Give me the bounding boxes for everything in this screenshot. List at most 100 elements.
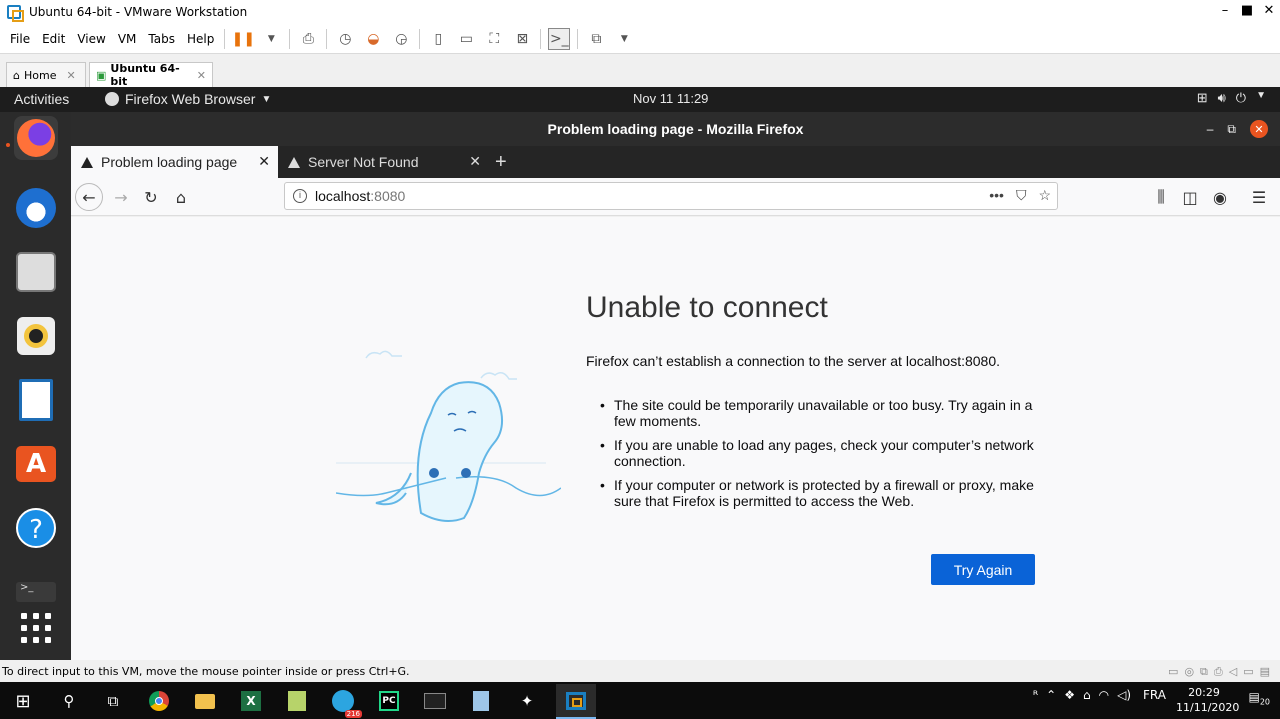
pocket-icon[interactable]: ⛉: [1016, 187, 1027, 204]
pause-icon[interactable]: ❚❚: [232, 28, 255, 50]
sidebar-icon[interactable]: ◫: [1176, 183, 1204, 211]
chevron-down-icon[interactable]: ▼: [260, 28, 282, 50]
wifi-icon[interactable]: ◠: [1099, 688, 1109, 702]
vmware-taskbar-icon[interactable]: [556, 684, 596, 719]
library-icon[interactable]: ⫼: [1147, 183, 1175, 211]
stretch-icon[interactable]: ⧉: [585, 28, 607, 50]
forward-button[interactable]: →: [107, 183, 135, 211]
firefox-icon[interactable]: [14, 116, 58, 160]
search-icon[interactable]: ⚲: [54, 686, 84, 716]
terminal-view-icon[interactable]: >_: [548, 27, 571, 50]
volume-icon[interactable]: 🔊︎: [1218, 90, 1226, 106]
files-icon[interactable]: [14, 250, 58, 294]
info-icon[interactable]: i: [293, 189, 307, 203]
people-icon[interactable]: ᴿ: [1033, 688, 1038, 702]
cd-icon[interactable]: ◎: [1184, 665, 1194, 679]
unity-icon[interactable]: ⊠: [511, 28, 533, 50]
list-item: If you are unable to load any pages, che…: [600, 437, 1042, 469]
chevron-down-icon: ▼: [261, 93, 272, 105]
snapshot-icon[interactable]: ◷: [334, 28, 356, 50]
dropbox-icon[interactable]: ❖: [1064, 688, 1075, 702]
activities-button[interactable]: Activities: [14, 91, 69, 107]
home-button[interactable]: ⌂: [167, 183, 195, 211]
send-keys-icon[interactable]: ⎙: [297, 28, 319, 50]
account-icon[interactable]: ◉: [1206, 183, 1234, 211]
display-icon[interactable]: ▭: [1243, 665, 1253, 679]
minimize-icon[interactable]: –: [1207, 122, 1214, 136]
menu-edit[interactable]: Edit: [36, 32, 71, 46]
telegram-icon[interactable]: 216: [328, 686, 362, 718]
writer-icon[interactable]: [14, 378, 58, 422]
menu-view[interactable]: View: [71, 32, 111, 46]
menu-help[interactable]: Help: [181, 32, 220, 46]
excel-icon[interactable]: X: [236, 686, 266, 716]
chevron-down-icon[interactable]: ▼: [1256, 90, 1266, 106]
clock[interactable]: Nov 11 11:29: [633, 91, 708, 106]
menu-vm[interactable]: VM: [112, 32, 143, 46]
unknown-app-icon[interactable]: ✦: [512, 686, 542, 716]
bookmark-star-icon[interactable]: ☆: [1038, 187, 1051, 204]
try-again-button[interactable]: Try Again: [931, 554, 1035, 585]
tab-problem-loading[interactable]: Problem loading page ✕: [71, 146, 278, 178]
software-icon[interactable]: A: [14, 442, 58, 486]
close-icon[interactable]: ✕: [197, 69, 206, 82]
volume-icon[interactable]: ◁): [1117, 688, 1131, 702]
windows-start-icon[interactable]: ⊞: [8, 686, 38, 716]
close-icon[interactable]: ✕: [1258, 0, 1280, 24]
fullscreen-icon[interactable]: ⛶: [483, 28, 505, 50]
usb-icon[interactable]: ⌂: [1083, 688, 1091, 702]
maximize-icon[interactable]: ■: [1236, 0, 1258, 24]
snapshot-manager-icon[interactable]: ◶: [390, 28, 412, 50]
url-host: localhost: [315, 188, 371, 204]
ubuntu-dock: A ? >_: [0, 112, 71, 660]
pycharm-icon[interactable]: PC: [374, 686, 404, 716]
app-menu[interactable]: Firefox Web Browser ▼: [105, 91, 271, 107]
notification-icon[interactable]: ▤20: [1248, 690, 1270, 706]
task-view-icon[interactable]: ⧉: [98, 686, 128, 716]
error-description: Firefox can’t establish a connection to …: [586, 353, 1001, 369]
menu-tabs[interactable]: Tabs: [142, 32, 181, 46]
network-icon[interactable]: ⊞: [1197, 90, 1208, 106]
apps-grid-icon[interactable]: [14, 606, 58, 650]
url-bar[interactable]: i localhost:8080 ••• ⛉ ☆: [284, 182, 1058, 210]
language-indicator[interactable]: FRA: [1143, 688, 1166, 702]
taskbar-clock[interactable]: 20:29 11/11/2020: [1176, 685, 1239, 715]
notepad-icon[interactable]: [466, 686, 496, 716]
network-adapter-icon[interactable]: ⧉: [1200, 665, 1208, 679]
reload-button[interactable]: ↻: [137, 183, 165, 211]
page-actions-icon[interactable]: •••: [989, 187, 1004, 204]
close-icon[interactable]: ✕: [1250, 120, 1268, 138]
sidebar-toggle-icon[interactable]: ▯: [427, 28, 449, 50]
tab-server-not-found[interactable]: Server Not Found ✕: [278, 146, 489, 178]
close-icon[interactable]: ✕: [258, 153, 270, 170]
close-icon[interactable]: ✕: [66, 69, 75, 82]
chrome-icon[interactable]: [144, 686, 174, 716]
rhythmbox-icon[interactable]: [14, 314, 58, 358]
thunderbird-icon[interactable]: [14, 186, 58, 230]
url-port: :8080: [370, 188, 406, 204]
minimize-icon[interactable]: –: [1214, 0, 1236, 24]
firefox-tab-strip: Problem loading page ✕ Server Not Found …: [71, 146, 1280, 178]
close-icon[interactable]: ✕: [469, 153, 481, 170]
menu-hamburger-icon[interactable]: ☰: [1245, 183, 1273, 211]
vm-tab-ubuntu[interactable]: ▣ Ubuntu 64-bit ✕: [89, 62, 213, 88]
message-icon[interactable]: ▤: [1260, 665, 1270, 679]
restore-icon[interactable]: ⧉: [1227, 122, 1236, 137]
power-icon[interactable]: ⏻: [1236, 90, 1246, 106]
hdd-icon[interactable]: ▭: [1168, 665, 1178, 679]
notepadpp-icon[interactable]: [282, 686, 312, 716]
console-view-icon[interactable]: ▭: [455, 28, 477, 50]
help-icon[interactable]: ?: [14, 506, 58, 550]
cmd-icon[interactable]: [420, 686, 450, 716]
chevron-down-icon[interactable]: ▼: [613, 28, 635, 50]
chevron-up-icon[interactable]: ⌃: [1046, 688, 1056, 702]
back-button[interactable]: ←: [75, 183, 103, 211]
menu-file[interactable]: File: [4, 32, 36, 46]
revert-snapshot-icon[interactable]: ◒: [362, 28, 384, 50]
file-explorer-icon[interactable]: [190, 686, 220, 716]
firefox-icon: [105, 92, 119, 106]
sound-icon[interactable]: ◁: [1229, 665, 1237, 679]
printer-icon[interactable]: ⎙: [1214, 665, 1223, 679]
new-tab-button[interactable]: +: [495, 146, 519, 178]
vm-tab-home[interactable]: ⌂ Home ✕: [6, 62, 86, 87]
